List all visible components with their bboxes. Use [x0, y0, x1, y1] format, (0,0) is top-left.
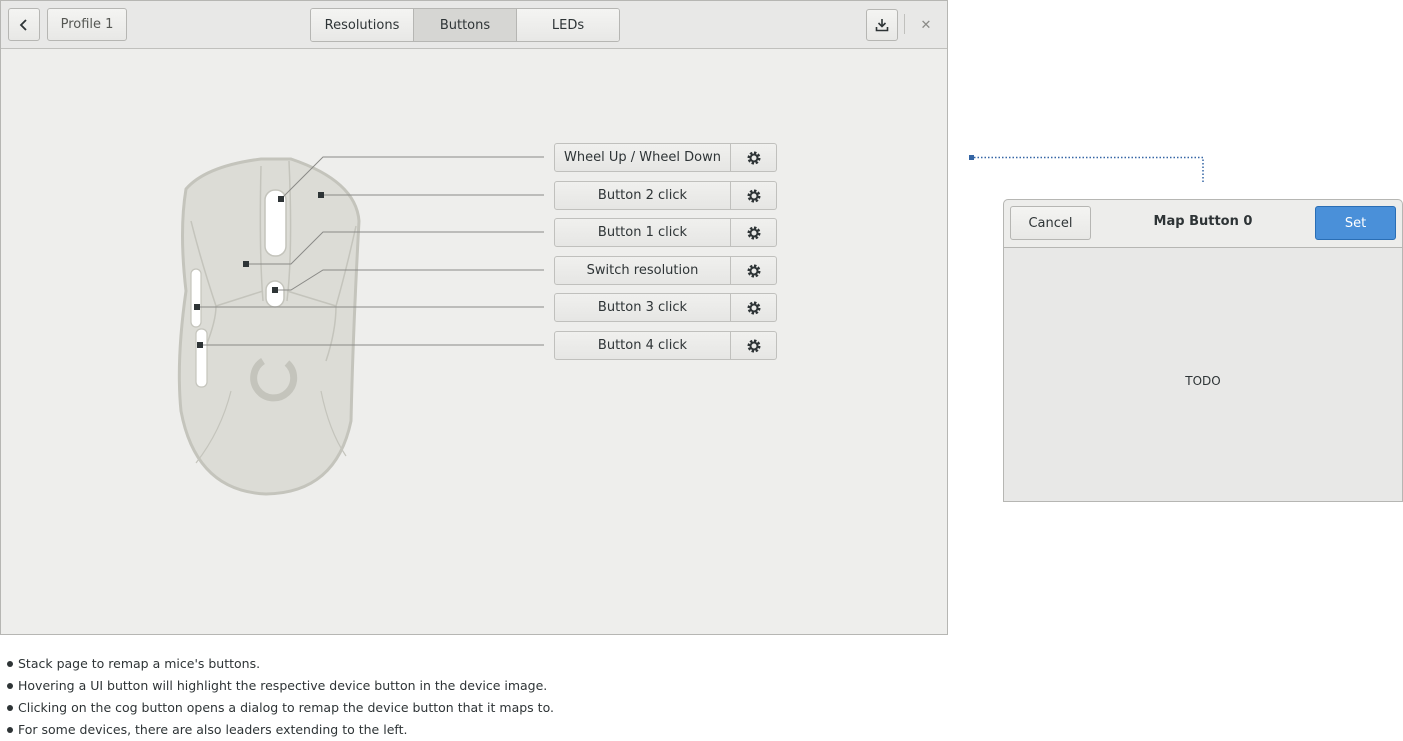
note-text: Hovering a UI button will highlight the … — [18, 678, 548, 693]
bullet-icon — [7, 661, 13, 667]
cog-button[interactable] — [731, 218, 777, 247]
dialog-body-text: TODO — [1185, 374, 1221, 388]
button-mapping-row: Button 1 click — [554, 218, 777, 247]
cancel-button[interactable]: Cancel — [1010, 206, 1091, 240]
list-item: Hovering a UI button will highlight the … — [7, 675, 554, 697]
set-button[interactable]: Set — [1315, 206, 1396, 240]
mapping-label-button[interactable]: Button 2 click — [554, 181, 731, 210]
mapping-label-button[interactable]: Button 3 click — [554, 293, 731, 322]
button-mapping-row: Button 4 click — [554, 331, 777, 360]
tab-buttons[interactable]: Buttons — [413, 9, 516, 41]
headerbar: Profile 1 Resolutions Buttons LEDs ✕ — [1, 1, 947, 49]
gear-icon — [747, 339, 760, 352]
device-area: Wheel Up / Wheel Down Button 2 click But… — [1, 49, 947, 634]
list-item: Clicking on the cog button opens a dialo… — [7, 697, 554, 719]
button-mapping-row: Button 3 click — [554, 293, 777, 322]
save-button[interactable] — [866, 9, 898, 41]
save-download-icon — [875, 19, 889, 32]
note-text: Clicking on the cog button opens a dialo… — [18, 700, 554, 715]
cog-button[interactable] — [731, 331, 777, 360]
bullet-icon — [7, 683, 13, 689]
list-item: For some devices, there are also leaders… — [7, 719, 554, 741]
gear-icon — [747, 151, 760, 164]
dialog-connector — [969, 155, 1204, 182]
dialog-title: Map Button 0 — [1153, 214, 1253, 229]
chevron-left-icon — [19, 18, 27, 31]
mapping-label-button[interactable]: Switch resolution — [554, 256, 731, 285]
bullet-icon — [7, 727, 13, 733]
mapping-label-button[interactable]: Button 1 click — [554, 218, 731, 247]
mapping-label-button[interactable]: Wheel Up / Wheel Down — [554, 143, 731, 172]
note-text: Stack page to remap a mice's buttons. — [18, 656, 261, 671]
button-mapping-row: Switch resolution — [554, 256, 777, 285]
gear-icon — [747, 264, 760, 277]
cog-button[interactable] — [731, 181, 777, 210]
tab-resolutions[interactable]: Resolutions — [311, 9, 413, 41]
button-mapping-row: Wheel Up / Wheel Down — [554, 143, 777, 172]
mapping-label-button[interactable]: Button 4 click — [554, 331, 731, 360]
profile-button[interactable]: Profile 1 — [47, 8, 127, 41]
gear-icon — [747, 301, 760, 314]
map-button-dialog: Cancel Map Button 0 Set TODO — [1003, 199, 1403, 502]
button-mapping-row: Button 2 click — [554, 181, 777, 210]
mouse-image — [177, 156, 544, 496]
main-window: Profile 1 Resolutions Buttons LEDs ✕ Whe… — [0, 0, 948, 635]
list-item: Stack page to remap a mice's buttons. — [7, 653, 554, 675]
close-button[interactable]: ✕ — [915, 14, 937, 36]
cog-button[interactable] — [731, 143, 777, 172]
tab-leds[interactable]: LEDs — [516, 9, 619, 41]
gear-icon — [747, 189, 760, 202]
dialog-header: Cancel Map Button 0 Set — [1004, 200, 1402, 248]
note-text: For some devices, there are also leaders… — [18, 722, 408, 737]
header-separator — [904, 14, 905, 34]
side-button-back — [190, 268, 202, 328]
close-icon: ✕ — [920, 17, 932, 33]
notes-list: Stack page to remap a mice's buttons. Ho… — [7, 653, 554, 741]
bullet-icon — [7, 705, 13, 711]
gear-icon — [747, 226, 760, 239]
stack-switcher: Resolutions Buttons LEDs — [310, 8, 620, 42]
cog-button[interactable] — [731, 256, 777, 285]
back-button[interactable] — [8, 8, 40, 41]
resolution-button — [265, 280, 285, 308]
cog-button[interactable] — [731, 293, 777, 322]
side-button-forward — [195, 328, 208, 388]
